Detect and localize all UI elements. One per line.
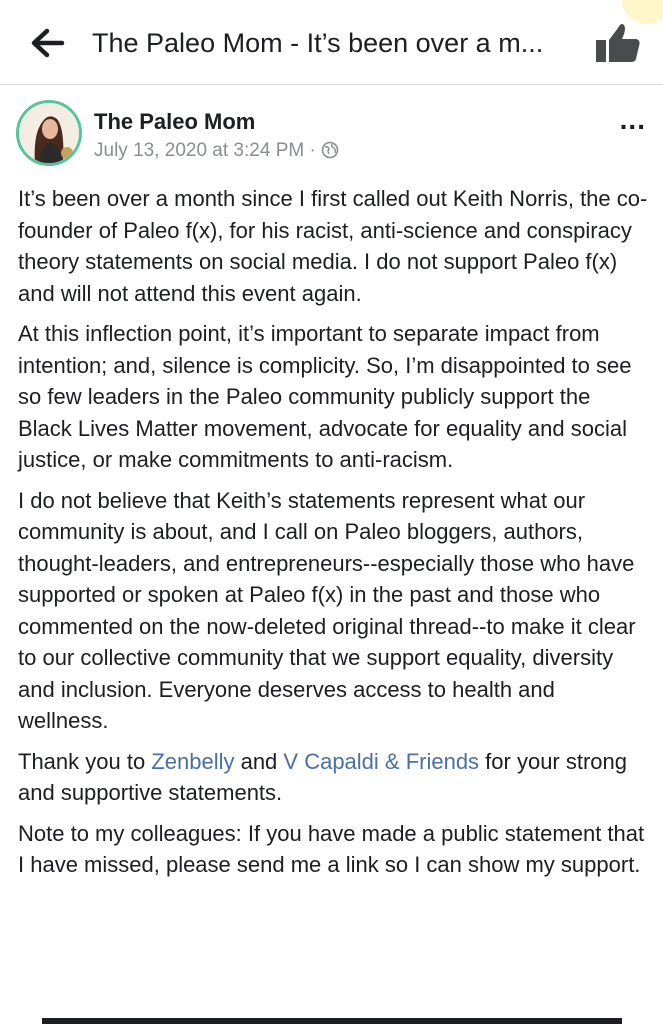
post-header: The Paleo Mom July 13, 2020 at 3:24 PM ·… (16, 100, 656, 170)
text-segment: Thank you to (18, 748, 152, 774)
text-segment: and (234, 748, 284, 774)
post-paragraph: Note to my colleagues: If you have made … (18, 820, 645, 878)
more-options-icon[interactable]: ... (620, 106, 646, 134)
post-body: It’s been over a month since I first cal… (18, 183, 648, 890)
link-zenbelly[interactable]: Zenbelly (151, 749, 234, 774)
link-v-capaldi-friends[interactable]: V Capaldi & Friends (283, 749, 479, 774)
back-arrow-icon[interactable] (28, 26, 68, 60)
post-paragraph: At this inflection point, it’s important… (18, 321, 632, 472)
post-paragraph: I do not believe that Keith’s statements… (18, 487, 636, 734)
post-paragraph: Thank you to Zenbelly and V Capaldi & Fr… (18, 746, 648, 809)
profile-avatar[interactable] (16, 100, 82, 166)
meta-separator: · (304, 140, 322, 161)
thumbs-up-icon[interactable] (594, 20, 642, 64)
globe-icon (321, 141, 339, 167)
bottom-divider (42, 1018, 622, 1024)
top-bar: The Paleo Mom - It’s been over a m... (0, 0, 663, 85)
post-meta: July 13, 2020 at 3:24 PM · (94, 138, 339, 167)
page-title: The Paleo Mom - It’s been over a m... (92, 28, 544, 58)
post-paragraph: It’s been over a month since I first cal… (18, 186, 648, 306)
post-timestamp[interactable]: July 13, 2020 at 3:24 PM (94, 140, 304, 161)
author-name[interactable]: The Paleo Mom (94, 108, 255, 136)
